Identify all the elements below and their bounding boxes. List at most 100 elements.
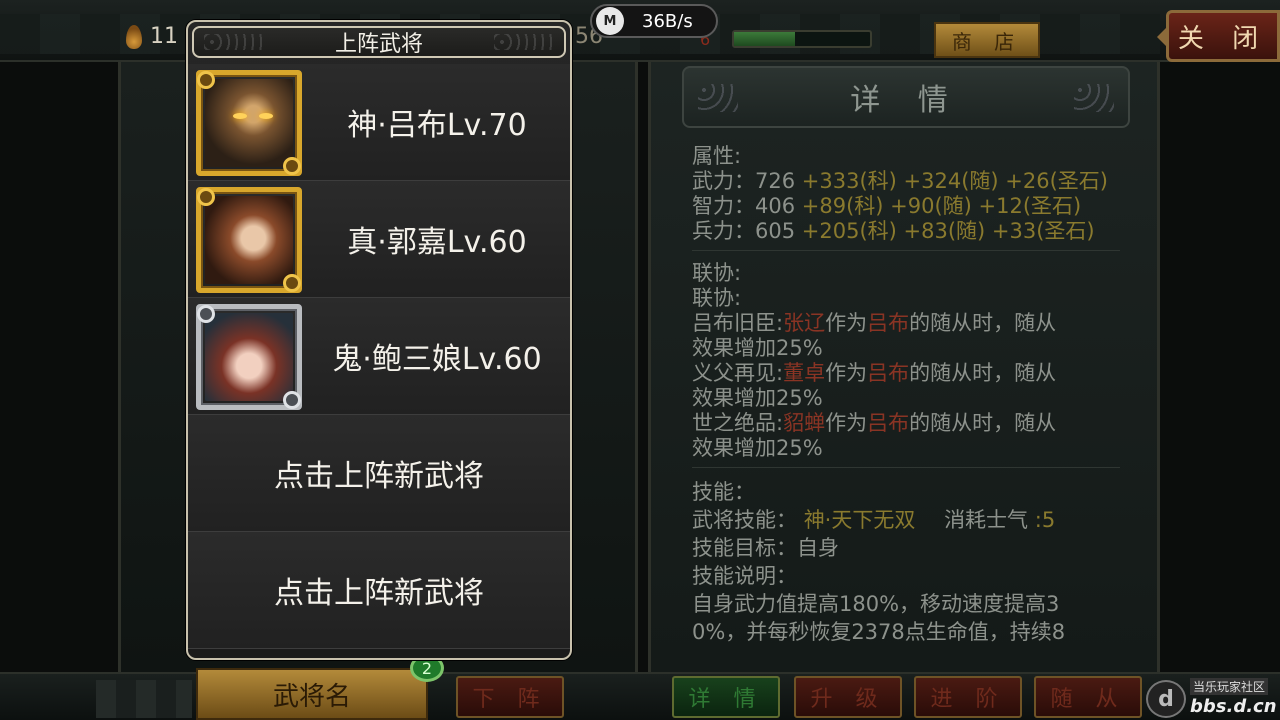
resource-value: 11 [150, 24, 178, 49]
synergy-text: 的随从时，随从 [909, 361, 1057, 385]
skill-desc-line: 0%，并每秒恢复2378点生命值，持续8 [692, 620, 1066, 644]
network-speed-overlay: M 36B/s [590, 4, 718, 38]
synergy-owner: 吕布 [867, 361, 910, 385]
portrait-face [205, 79, 293, 167]
frame-corner-icon [283, 391, 301, 409]
watermark: d 当乐玩家社区 bbs.d.cn [1146, 676, 1280, 720]
frame-corner-icon [197, 305, 215, 323]
general-row[interactable]: 真·郭嘉Lv.60 [188, 181, 570, 298]
empty-slot-row[interactable]: 点击上阵新武将 [188, 532, 570, 649]
detail-content: 属性: 武力：726 +333(科) +324(随) +26(圣石) 智力：40… [692, 144, 1132, 646]
advance-button[interactable]: 进 阶 [914, 676, 1022, 718]
synergy-target: 董卓 [783, 361, 826, 385]
detail-header: 详 情 [682, 66, 1130, 128]
ornament-icon [698, 84, 738, 112]
attr-base: 智力：406 [692, 194, 796, 218]
close-button[interactable]: 关 闭 [1157, 10, 1280, 62]
watermark-logo-icon: d [1146, 680, 1186, 718]
synergy-text: 作为 [825, 311, 868, 335]
attr-bonus: +89(科) +90(随) +12(圣石) [801, 194, 1082, 218]
shop-button[interactable]: 商 店 [934, 22, 1040, 58]
synergy-text: 作为 [825, 411, 868, 435]
attr-base: 武力：726 [692, 169, 796, 193]
flame-icon [126, 24, 142, 49]
frame-corner-icon [283, 157, 301, 175]
detail-button[interactable]: 详 情 [672, 676, 780, 718]
popup-title-label: 上阵武将 [334, 32, 423, 57]
bottom-pattern [96, 680, 192, 718]
cost-value: :5 [1034, 508, 1056, 532]
stamina-bar [732, 30, 872, 48]
glowing-eye-icon [233, 113, 247, 119]
synergy-effect: 效果增加25% [692, 336, 823, 360]
skill-name: 神·天下无双 [803, 508, 916, 532]
frame-corner-icon [197, 71, 215, 89]
skill-label: 技能： [692, 480, 755, 504]
general-name-tab[interactable]: 武将名 [196, 668, 428, 720]
attr-label: 属性: [692, 144, 742, 168]
portrait-guojia [196, 187, 302, 293]
stamina-bar-fill [734, 32, 796, 46]
portrait-lubu [196, 70, 302, 176]
skill-desc-line: 自身武力值提高180%，移动速度提高3 [692, 592, 1060, 616]
empty-slot-label: 点击上阵新武将 [274, 576, 484, 611]
synergy-entry: 世之绝品:貂蝉作为吕布的随从时，随从 效果增加25% [692, 411, 1132, 461]
general-row[interactable]: 神·吕布Lv.70 [188, 64, 570, 181]
frame-corner-icon [197, 188, 215, 206]
detail-header-label: 详 情 [850, 83, 962, 118]
unassign-button[interactable]: 下 阵 [456, 676, 564, 718]
general-name: 鬼·鲍三娘Lv.60 [332, 342, 542, 377]
skill-desc-label: 技能说明： [692, 564, 797, 588]
synergy-text: 作为 [825, 361, 868, 385]
network-speed: 36B/s [642, 10, 693, 32]
general-list: 神·吕布Lv.70 真·郭嘉Lv.60 鬼·鲍三娘Lv.60 点击上阵新武将 点… [188, 64, 570, 649]
popup-title: 上阵武将 [192, 26, 566, 58]
ornament-icon [494, 34, 554, 50]
skill-name-label: 武将技能： [692, 508, 797, 532]
ornament-icon [204, 34, 264, 50]
synergy-text: 的随从时，随从 [909, 411, 1057, 435]
divider [692, 250, 1120, 251]
attr-bonus: +333(科) +324(随) +26(圣石) [801, 169, 1108, 193]
synergy-label: 联协: [692, 261, 742, 285]
portrait-face [205, 196, 293, 284]
synergy-label: 联协: [692, 286, 742, 310]
attr-row: 兵力：605 +205(科) +83(随) +33(圣石) [692, 219, 1132, 244]
skill-name-row: 武将技能： 神·天下无双 消耗士气 :5 [692, 506, 1132, 534]
upgrade-button[interactable]: 升 级 [794, 676, 902, 718]
empty-slot-row[interactable]: 点击上阵新武将 [188, 415, 570, 532]
glowing-eye-icon [259, 113, 273, 119]
synergy-text: 的随从时，随从 [909, 311, 1057, 335]
attr-row: 智力：406 +89(科) +90(随) +12(圣石) [692, 194, 1132, 219]
synergy-owner: 吕布 [867, 411, 910, 435]
synergy-name: 吕布旧臣: [692, 311, 784, 335]
watermark-line2: bbs.d.cn [1190, 696, 1277, 717]
shield-icon: M [596, 7, 624, 35]
resource-counter: 11 [126, 24, 178, 49]
watermark-line1: 当乐玩家社区 [1190, 678, 1269, 695]
deployed-generals-popup: 上阵武将 神·吕布Lv.70 真·郭嘉Lv.60 鬼·鲍三娘Lv.60 点击上阵… [186, 20, 572, 660]
portrait-face [205, 313, 293, 401]
frame-corner-icon [283, 274, 301, 292]
divider [692, 467, 1120, 468]
synergy-entry: 吕布旧臣:张辽作为吕布的随从时，随从 效果增加25% [692, 311, 1132, 361]
cost-label: 消耗士气 [944, 508, 1029, 532]
ornament-icon [1074, 84, 1114, 112]
attr-row: 武力：726 +333(科) +324(随) +26(圣石) [692, 169, 1132, 194]
empty-slot-label: 点击上阵新武将 [274, 459, 484, 494]
portrait-baosanniang [196, 304, 302, 410]
general-name: 真·郭嘉Lv.60 [347, 225, 527, 260]
synergy-effect: 效果增加25% [692, 386, 823, 410]
synergy-name: 义父再见: [692, 361, 784, 385]
synergy-target: 张辽 [783, 311, 826, 335]
general-row[interactable]: 鬼·鲍三娘Lv.60 [188, 298, 570, 415]
synergy-target: 貂蝉 [783, 411, 826, 435]
skill-target: 技能目标：自身 [692, 536, 839, 560]
attr-base: 兵力：605 [692, 219, 796, 243]
synergy-name: 世之绝品: [692, 411, 784, 435]
synergy-owner: 吕布 [867, 311, 910, 335]
synergy-entry: 义父再见:董卓作为吕布的随从时，随从 效果增加25% [692, 361, 1132, 411]
follower-button[interactable]: 随 从 [1034, 676, 1142, 718]
synergy-effect: 效果增加25% [692, 436, 823, 460]
attr-bonus: +205(科) +83(随) +33(圣石) [801, 219, 1095, 243]
